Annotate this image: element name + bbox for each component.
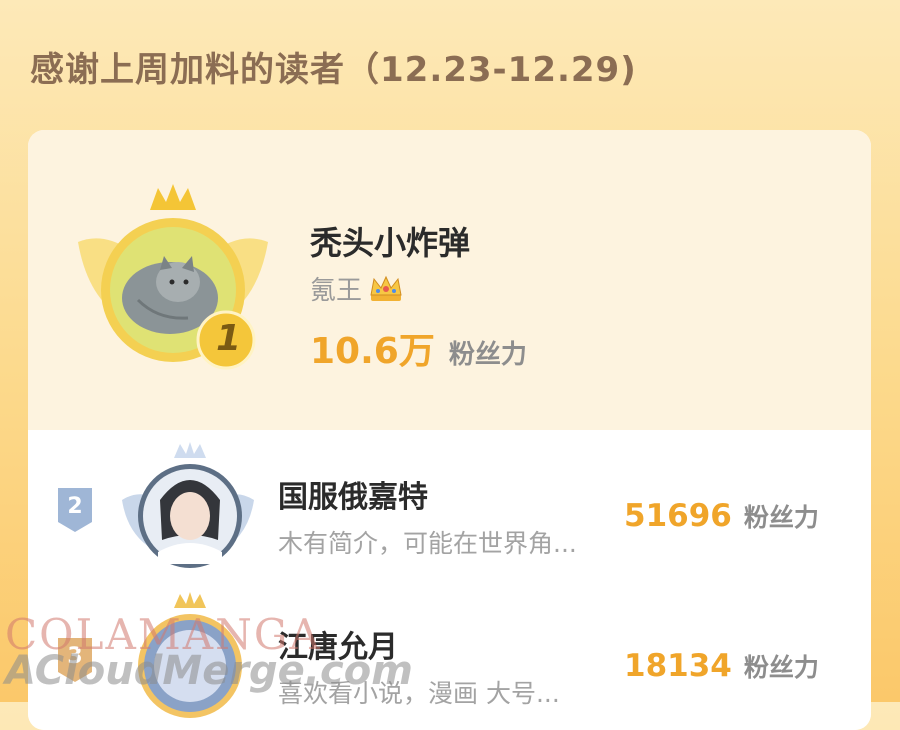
reader-score-unit: 粉丝力 [743, 653, 819, 682]
top-reader-score: 10.6万 粉丝力 [310, 322, 527, 374]
silver-wings-avatar-icon [122, 442, 254, 568]
top-reader-avatar-frame[interactable]: 1 [68, 170, 278, 370]
rank-number: 2 [67, 494, 83, 519]
rank-1-number: 1 [216, 318, 242, 359]
reader-score-value: 18134 [624, 648, 732, 684]
list-item[interactable]: 2 国服俄嘉特 木有简介，可能在世界角... 51696 粉丝力 [28, 440, 871, 580]
top-reader-section[interactable]: 1 秃头小炸弹 氪王 10.6万 粉丝力 [28, 130, 871, 430]
reader-score: 51696 粉丝力 [624, 498, 819, 534]
reader-score-unit: 粉丝力 [743, 503, 819, 532]
top-reader-title-text: 氪王 [310, 276, 363, 306]
rank-badge-icon: 2 [58, 488, 92, 532]
reader-description: 木有简介，可能在世界角... [278, 529, 577, 558]
top-reader-score-value: 10.6万 [310, 331, 435, 372]
avatar[interactable] [118, 440, 258, 580]
gold-wings-frame-icon [78, 184, 268, 370]
watermark-acloudmerge: ACloudMerge.com [5, 648, 413, 694]
page-header: 感谢上周加料的读者（12.23-12.29) [30, 50, 637, 90]
crown-icon [368, 275, 404, 303]
reader-score: 18134 粉丝力 [624, 648, 819, 684]
top-reader-name[interactable]: 秃头小炸弹 [310, 218, 470, 264]
top-reader-score-unit: 粉丝力 [448, 340, 527, 370]
top-reader-title: 氪王 [310, 270, 404, 307]
reader-score-value: 51696 [624, 498, 732, 534]
reader-name[interactable]: 国服俄嘉特 [278, 472, 428, 516]
